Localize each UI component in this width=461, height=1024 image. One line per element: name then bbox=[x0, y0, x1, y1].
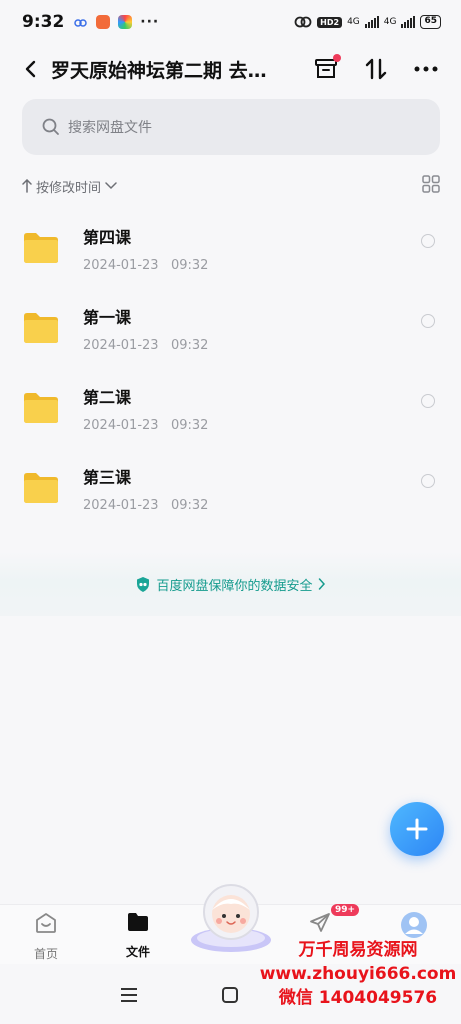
battery-icon: 65 bbox=[420, 15, 441, 29]
watermark-line-3: 微信 1404049576 bbox=[278, 988, 438, 1008]
sort-bar: 按修改时间 bbox=[22, 175, 440, 197]
square-icon bbox=[222, 987, 238, 1003]
paper-plane-icon bbox=[310, 913, 330, 932]
file-date: 2024-01-23 09:32 bbox=[83, 497, 209, 513]
notification-badge: 99+ bbox=[331, 904, 360, 916]
folder-icon bbox=[24, 393, 58, 423]
sort-arrows-icon bbox=[365, 58, 387, 80]
network-type-2: 4G bbox=[383, 17, 397, 27]
status-time: 9:32 bbox=[22, 12, 65, 32]
file-row[interactable]: 第四课 2024-01-23 09:32 bbox=[0, 208, 461, 288]
file-row[interactable]: 第二课 2024-01-23 09:32 bbox=[0, 368, 461, 448]
archive-button[interactable] bbox=[311, 54, 341, 84]
file-name: 第二课 bbox=[83, 387, 132, 407]
chevron-down-icon bbox=[105, 182, 117, 190]
select-radio[interactable] bbox=[421, 394, 435, 408]
recent-apps-button[interactable] bbox=[119, 986, 139, 1008]
chevron-left-icon bbox=[25, 60, 36, 78]
folder-icon bbox=[24, 313, 58, 343]
add-button[interactable] bbox=[390, 802, 444, 856]
menu-icon bbox=[121, 988, 137, 1002]
chevron-right-icon bbox=[318, 578, 325, 590]
file-date: 2024-01-23 09:32 bbox=[83, 337, 209, 353]
notification-dot bbox=[333, 54, 341, 62]
signal-icon-1 bbox=[364, 16, 379, 28]
select-radio[interactable] bbox=[421, 314, 435, 328]
colorful-app-icon bbox=[118, 15, 133, 29]
status-bar: 9:32 ··· HD2 4G 4G 65 bbox=[0, 0, 461, 44]
nav-home[interactable]: 首页 bbox=[16, 911, 76, 962]
file-date: 2024-01-23 09:32 bbox=[83, 257, 209, 273]
status-notification-icons: ··· bbox=[74, 14, 159, 30]
more-dots-icon bbox=[414, 66, 438, 72]
link-icon bbox=[294, 16, 312, 28]
search-input[interactable]: 搜索网盘文件 bbox=[22, 99, 440, 155]
file-name: 第一课 bbox=[83, 307, 132, 327]
watermark-line-2: www.zhouyi666.com bbox=[259, 964, 457, 984]
file-list: 第四课 2024-01-23 09:32 第一课 2024-01-23 09:3… bbox=[0, 208, 461, 528]
view-toggle-button[interactable] bbox=[422, 175, 440, 197]
plus-icon bbox=[406, 818, 428, 840]
file-date: 2024-01-23 09:32 bbox=[83, 417, 209, 433]
select-radio[interactable] bbox=[421, 474, 435, 488]
folder-filled-icon bbox=[128, 913, 148, 931]
signal-icon-2 bbox=[401, 16, 416, 28]
select-radio[interactable] bbox=[421, 234, 435, 248]
data-safety-banner[interactable]: 百度网盘保障你的数据安全 bbox=[0, 552, 461, 616]
file-row[interactable]: 第三课 2024-01-23 09:32 bbox=[0, 448, 461, 528]
nav-files[interactable]: 文件 bbox=[108, 911, 168, 960]
nav-files-label: 文件 bbox=[125, 945, 150, 959]
search-placeholder: 搜索网盘文件 bbox=[68, 120, 152, 136]
grid-icon bbox=[422, 175, 440, 193]
sort-button[interactable]: 按修改时间 bbox=[36, 177, 101, 196]
cloud-app-icon bbox=[74, 19, 88, 27]
more-button[interactable] bbox=[411, 54, 441, 84]
file-name: 第四课 bbox=[83, 227, 132, 247]
nav-home-label: 首页 bbox=[33, 947, 58, 961]
search-icon bbox=[42, 118, 59, 135]
status-indicators: HD2 4G 4G 65 bbox=[294, 15, 441, 29]
transfer-button[interactable] bbox=[361, 54, 391, 84]
file-name: 第三课 bbox=[83, 467, 132, 487]
more-notifications-icon: ··· bbox=[140, 14, 160, 30]
taobao-app-icon bbox=[96, 15, 111, 29]
page-title: 罗天原始神坛第二期 去… bbox=[51, 59, 267, 82]
header: 罗天原始神坛第二期 去… bbox=[0, 44, 461, 94]
file-row[interactable]: 第一课 2024-01-23 09:32 bbox=[0, 288, 461, 368]
avatar bbox=[401, 912, 427, 938]
folder-icon bbox=[24, 233, 58, 263]
arrow-up-icon bbox=[22, 179, 32, 193]
hd-badge: HD2 bbox=[317, 16, 343, 28]
safety-text: 百度网盘保障你的数据安全 bbox=[156, 578, 313, 594]
network-type-1: 4G bbox=[347, 17, 360, 27]
home-system-button[interactable] bbox=[221, 986, 239, 1008]
shield-icon bbox=[137, 576, 150, 592]
folder-icon bbox=[24, 473, 58, 503]
watermark: 万千周易资源网 www.zhouyi666.com 微信 1404049576 bbox=[258, 938, 458, 1010]
watermark-line-1: 万千周易资源网 bbox=[298, 940, 418, 960]
back-button[interactable] bbox=[15, 54, 45, 84]
home-icon bbox=[36, 913, 56, 933]
